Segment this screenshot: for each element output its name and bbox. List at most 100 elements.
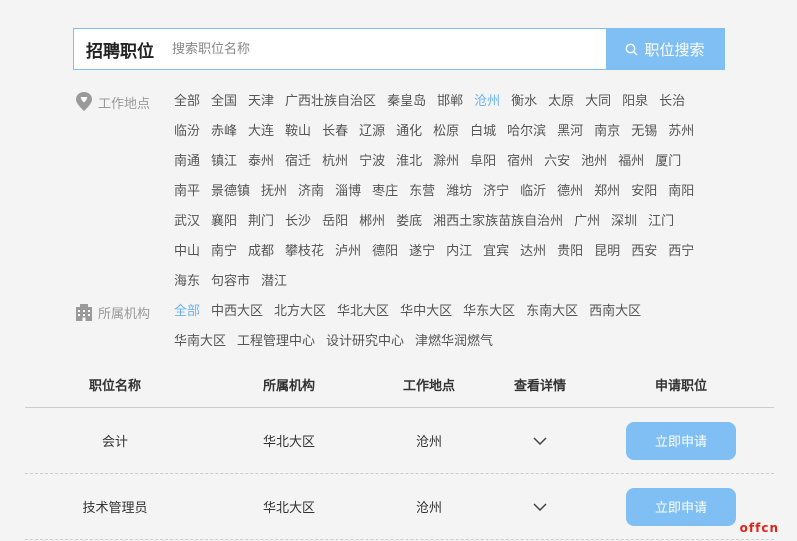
location-tag[interactable]: 安阳	[631, 177, 657, 207]
organization-tag[interactable]: 工程管理中心	[237, 327, 315, 357]
location-tag[interactable]: 宁波	[359, 147, 385, 177]
location-tag[interactable]: 泸州	[335, 237, 361, 267]
location-tag[interactable]: 潍坊	[446, 177, 472, 207]
location-tag[interactable]: 长春	[322, 117, 348, 147]
location-tag[interactable]: 荆门	[248, 207, 274, 237]
location-tag[interactable]: 江门	[648, 207, 674, 237]
location-tag[interactable]: 滁州	[433, 147, 459, 177]
organization-tag[interactable]: 华中大区	[400, 297, 452, 327]
location-tag[interactable]: 长沙	[285, 207, 311, 237]
location-tag[interactable]: 沧州	[474, 87, 500, 117]
location-tag[interactable]: 秦皇岛	[387, 87, 426, 117]
location-tag[interactable]: 苏州	[668, 117, 694, 147]
details-toggle[interactable]	[505, 474, 575, 539]
organization-tag[interactable]: 设计研究中心	[326, 327, 404, 357]
location-tag[interactable]: 攀枝花	[285, 237, 324, 267]
details-toggle[interactable]	[505, 408, 575, 473]
location-tag[interactable]: 宿州	[507, 147, 533, 177]
location-tag[interactable]: 阳泉	[622, 87, 648, 117]
location-tag[interactable]: 宿迁	[285, 147, 311, 177]
location-tag[interactable]: 襄阳	[211, 207, 237, 237]
location-tag[interactable]: 天津	[248, 87, 274, 117]
search-input[interactable]	[166, 29, 606, 69]
organization-tag[interactable]: 华北大区	[337, 297, 389, 327]
location-tag[interactable]: 淮北	[396, 147, 422, 177]
location-tag[interactable]: 通化	[396, 117, 422, 147]
location-tag[interactable]: 东营	[409, 177, 435, 207]
location-tag[interactable]: 松原	[433, 117, 459, 147]
organization-tag[interactable]: 西南大区	[589, 297, 641, 327]
location-tag[interactable]: 湘西土家族苗族自治州	[433, 207, 563, 237]
organization-tag[interactable]: 华东大区	[463, 297, 515, 327]
location-tag[interactable]: 遂宁	[409, 237, 435, 267]
location-tag[interactable]: 成都	[248, 237, 274, 267]
location-tag[interactable]: 句容市	[211, 267, 250, 297]
location-tag[interactable]: 岳阳	[322, 207, 348, 237]
location-tag[interactable]: 全部	[174, 87, 200, 117]
location-tag[interactable]: 衡水	[511, 87, 537, 117]
location-tag[interactable]: 南宁	[211, 237, 237, 267]
location-tag[interactable]: 大连	[248, 117, 274, 147]
organization-tag[interactable]: 华南大区	[174, 327, 226, 357]
location-tag[interactable]: 广西壮族自治区	[285, 87, 376, 117]
location-tag[interactable]: 全国	[211, 87, 237, 117]
location-tag[interactable]: 武汉	[174, 207, 200, 237]
location-tag[interactable]: 大同	[585, 87, 611, 117]
location-tag[interactable]: 临汾	[174, 117, 200, 147]
location-tag[interactable]: 六安	[544, 147, 570, 177]
location-tag[interactable]: 长治	[659, 87, 685, 117]
location-tag[interactable]: 贵阳	[557, 237, 583, 267]
organization-tag[interactable]: 中西大区	[211, 297, 263, 327]
location-tag[interactable]: 广州	[574, 207, 600, 237]
location-tag[interactable]: 南阳	[668, 177, 694, 207]
location-tag[interactable]: 白城	[470, 117, 496, 147]
location-tag[interactable]: 福州	[618, 147, 644, 177]
location-tag[interactable]: 南通	[174, 147, 200, 177]
location-tag[interactable]: 临沂	[520, 177, 546, 207]
location-tag[interactable]: 郑州	[594, 177, 620, 207]
location-tag[interactable]: 太原	[548, 87, 574, 117]
location-tag[interactable]: 娄底	[396, 207, 422, 237]
location-tag[interactable]: 景德镇	[211, 177, 250, 207]
location-tag[interactable]: 赤峰	[211, 117, 237, 147]
organization-tag[interactable]: 全部	[174, 297, 200, 327]
location-tag[interactable]: 郴州	[359, 207, 385, 237]
location-tag[interactable]: 深圳	[611, 207, 637, 237]
search-button[interactable]: 职位搜索	[606, 29, 724, 69]
location-tag[interactable]: 淄博	[335, 177, 361, 207]
location-tag[interactable]: 德阳	[372, 237, 398, 267]
location-tag[interactable]: 哈尔滨	[507, 117, 546, 147]
location-tag[interactable]: 济南	[298, 177, 324, 207]
organization-tag[interactable]: 北方大区	[274, 297, 326, 327]
apply-button[interactable]: 立即申请	[626, 421, 736, 460]
location-tag[interactable]: 南京	[594, 117, 620, 147]
location-tag[interactable]: 黑河	[557, 117, 583, 147]
location-tag[interactable]: 达州	[520, 237, 546, 267]
location-tag[interactable]: 镇江	[211, 147, 237, 177]
location-tag[interactable]: 昆明	[594, 237, 620, 267]
location-tag[interactable]: 杭州	[322, 147, 348, 177]
location-tag[interactable]: 阜阳	[470, 147, 496, 177]
location-tag[interactable]: 海东	[174, 267, 200, 297]
location-tag[interactable]: 邯郸	[437, 87, 463, 117]
location-tag[interactable]: 南平	[174, 177, 200, 207]
location-tag[interactable]: 池州	[581, 147, 607, 177]
location-tag[interactable]: 内江	[446, 237, 472, 267]
organization-tag[interactable]: 津燃华润燃气	[415, 327, 493, 357]
location-tag[interactable]: 中山	[174, 237, 200, 267]
organization-tag[interactable]: 东南大区	[526, 297, 578, 327]
location-tag[interactable]: 济宁	[483, 177, 509, 207]
location-tag[interactable]: 潜江	[261, 267, 287, 297]
location-tag[interactable]: 厦门	[655, 147, 681, 177]
location-tag[interactable]: 无锡	[631, 117, 657, 147]
location-tag[interactable]: 辽源	[359, 117, 385, 147]
location-tag[interactable]: 西安	[631, 237, 657, 267]
location-tag[interactable]: 宜宾	[483, 237, 509, 267]
location-tag[interactable]: 鞍山	[285, 117, 311, 147]
location-tag[interactable]: 枣庄	[372, 177, 398, 207]
location-tag[interactable]: 泰州	[248, 147, 274, 177]
apply-button[interactable]: 立即申请	[626, 487, 736, 526]
location-tag[interactable]: 西宁	[668, 237, 694, 267]
location-tag[interactable]: 德州	[557, 177, 583, 207]
location-tag[interactable]: 抚州	[261, 177, 287, 207]
